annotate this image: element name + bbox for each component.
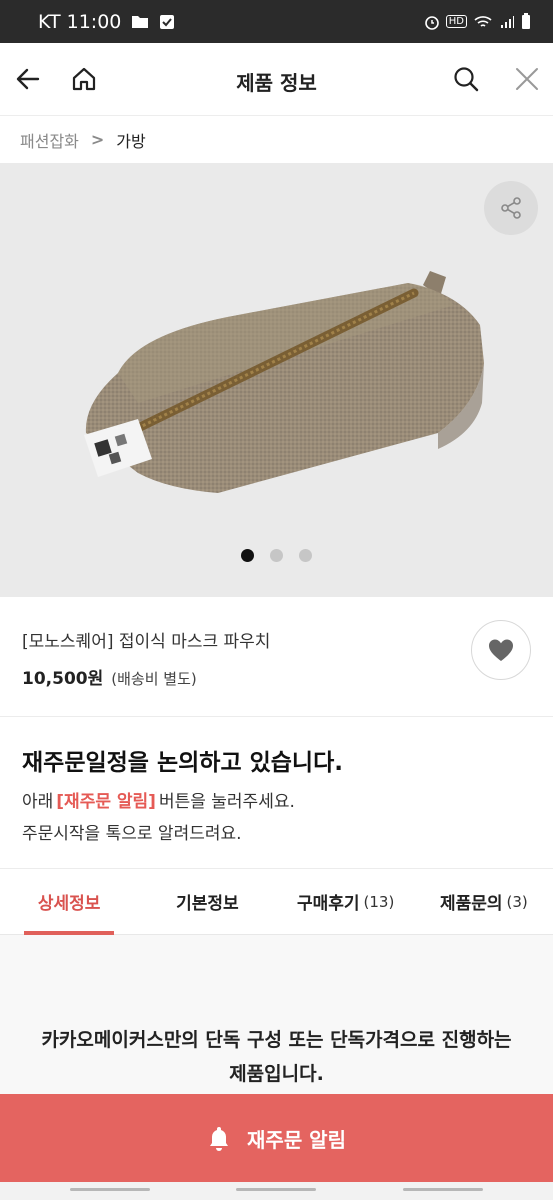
tab-basic-info[interactable]: 기본정보	[138, 869, 276, 934]
hd-icon: HD	[445, 15, 467, 28]
app-header: 제품 정보	[0, 43, 553, 115]
share-button[interactable]	[484, 181, 538, 235]
exclusive-notice: 카카오메이커스만의 단독 구성 또는 단독가격으로 진행하는 제품입니다.	[41, 1029, 512, 1085]
tab-inquiries[interactable]: 제품문의 (3)	[415, 869, 553, 934]
price-row: 10,500원 (배송비 별도)	[22, 664, 197, 689]
shipping-note: (배송비 별도)	[111, 670, 197, 688]
tab-reviews[interactable]: 구매후기 (13)	[277, 869, 415, 934]
back-arrow-icon	[16, 68, 40, 90]
tab-count: (13)	[363, 892, 395, 911]
restock-line1-suffix: 버튼을 눌러주세요.	[158, 792, 295, 812]
breadcrumb-current[interactable]: 가방	[116, 128, 145, 152]
breadcrumb-parent[interactable]: 패션잡화	[20, 128, 79, 152]
tab-label: 구매후기	[296, 894, 360, 914]
folder-icon	[131, 14, 149, 29]
share-icon	[501, 197, 521, 219]
detail-section: 카카오메이커스만의 단독 구성 또는 단독가격으로 진행하는 제품입니다.	[0, 935, 553, 1095]
tab-detail-info[interactable]: 상세정보	[0, 869, 138, 935]
back-button[interactable]	[6, 57, 50, 101]
gallery-pagination	[0, 549, 553, 562]
detail-tabs: 상세정보 기본정보 구매후기 (13) 제품문의 (3)	[0, 869, 553, 935]
restock-highlight: [재주문 알림]	[56, 792, 156, 812]
pagination-dot-2[interactable]	[270, 549, 283, 562]
heart-icon	[489, 639, 513, 661]
restock-instruction: 아래 [재주문 알림] 버튼을 눌러주세요.	[22, 787, 295, 812]
search-icon	[454, 67, 479, 92]
restock-line1-prefix: 아래	[22, 792, 54, 812]
home-icon	[72, 67, 96, 91]
system-nav-bar	[0, 1182, 553, 1200]
restock-alert-label: 재주문 알림	[247, 1127, 346, 1152]
restock-notice: 재주문일정을 논의하고 있습니다. 아래 [재주문 알림] 버튼을 눌러주세요. 주…	[0, 717, 553, 869]
tab-label: 기본정보	[176, 894, 239, 914]
carrier-time: KT 11:00	[38, 10, 122, 33]
signal-icon	[499, 14, 515, 30]
nav-back-handle[interactable]	[70, 1188, 150, 1191]
tab-count: (3)	[506, 892, 528, 911]
nav-home-handle[interactable]	[236, 1188, 316, 1191]
tab-label: 상세정보	[37, 894, 101, 914]
pagination-dot-1[interactable]	[241, 549, 254, 562]
checkbox-icon	[159, 14, 175, 30]
product-price: 10,500원	[22, 669, 104, 689]
breadcrumb-separator: >	[90, 130, 105, 149]
home-button[interactable]	[62, 57, 106, 101]
battery-icon	[521, 13, 531, 30]
like-button[interactable]	[471, 620, 531, 680]
wifi-icon	[473, 14, 493, 30]
restock-title: 재주문일정을 논의하고 있습니다.	[22, 750, 343, 776]
status-bar: KT 11:00 HD	[0, 0, 553, 43]
restock-line2: 주문시작을 톡으로 알려드려요.	[22, 824, 242, 844]
product-info: [모노스퀘어] 접이식 마스크 파우치 10,500원 (배송비 별도)	[0, 597, 553, 717]
product-image	[84, 271, 484, 493]
bell-icon	[210, 1127, 229, 1151]
nav-recents-handle[interactable]	[403, 1188, 483, 1191]
close-icon	[516, 68, 538, 90]
product-name: [모노스퀘어] 접이식 마스크 파우치	[22, 632, 271, 652]
breadcrumb: 패션잡화 > 가방	[0, 115, 553, 163]
pagination-dot-3[interactable]	[299, 549, 312, 562]
tab-label: 제품문의	[439, 894, 503, 914]
alarm-icon	[424, 14, 440, 30]
close-button[interactable]	[505, 57, 549, 101]
search-button[interactable]	[444, 57, 488, 101]
restock-alert-button[interactable]: 재주문 알림	[0, 1094, 553, 1182]
product-image-gallery[interactable]	[0, 163, 553, 597]
